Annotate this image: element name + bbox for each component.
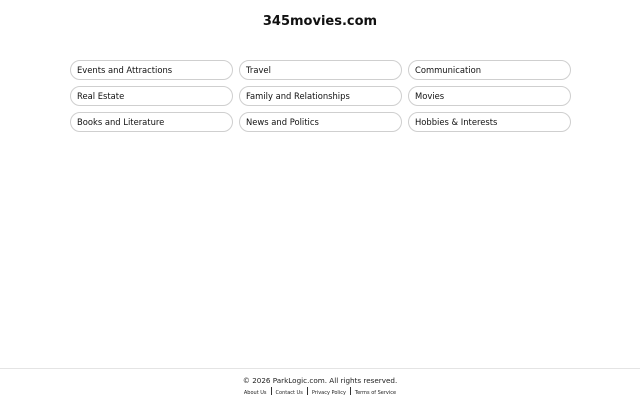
topic-link-real-estate[interactable]: Real Estate: [70, 86, 233, 106]
topic-link-communication[interactable]: Communication: [408, 60, 571, 80]
site-title: 345movies.com: [262, 14, 378, 29]
footer-link-terms-of-service[interactable]: Terms of Service: [351, 390, 400, 396]
topic-link-events-and-attractions[interactable]: Events and Attractions: [70, 60, 233, 80]
topic-link-movies[interactable]: Movies: [408, 86, 571, 106]
footer-link-contact-us[interactable]: Contact Us: [272, 390, 307, 396]
topic-link-travel[interactable]: Travel: [239, 60, 402, 80]
footer-link-privacy-policy[interactable]: Privacy Policy: [308, 390, 350, 396]
topic-link-books-and-literature[interactable]: Books and Literature: [70, 112, 233, 132]
footer-links: About Us Contact Us Privacy Policy Terms of…: [0, 387, 640, 397]
page: 345movies.com Events and Attractions Tra…: [0, 0, 640, 400]
footer: © 2026 ParkLogic.com. All rights reserve…: [0, 368, 640, 400]
topic-link-hobbies-and-interests[interactable]: Hobbies & Interests: [408, 112, 571, 132]
topic-link-grid: Events and Attractions Travel Communicat…: [70, 60, 571, 132]
copyright-text: © 2026 ParkLogic.com. All rights reserve…: [242, 376, 398, 385]
topic-link-news-and-politics[interactable]: News and Politics: [239, 112, 402, 132]
footer-link-about-us[interactable]: About Us: [240, 390, 271, 396]
topic-link-family-and-relationships[interactable]: Family and Relationships: [239, 86, 402, 106]
